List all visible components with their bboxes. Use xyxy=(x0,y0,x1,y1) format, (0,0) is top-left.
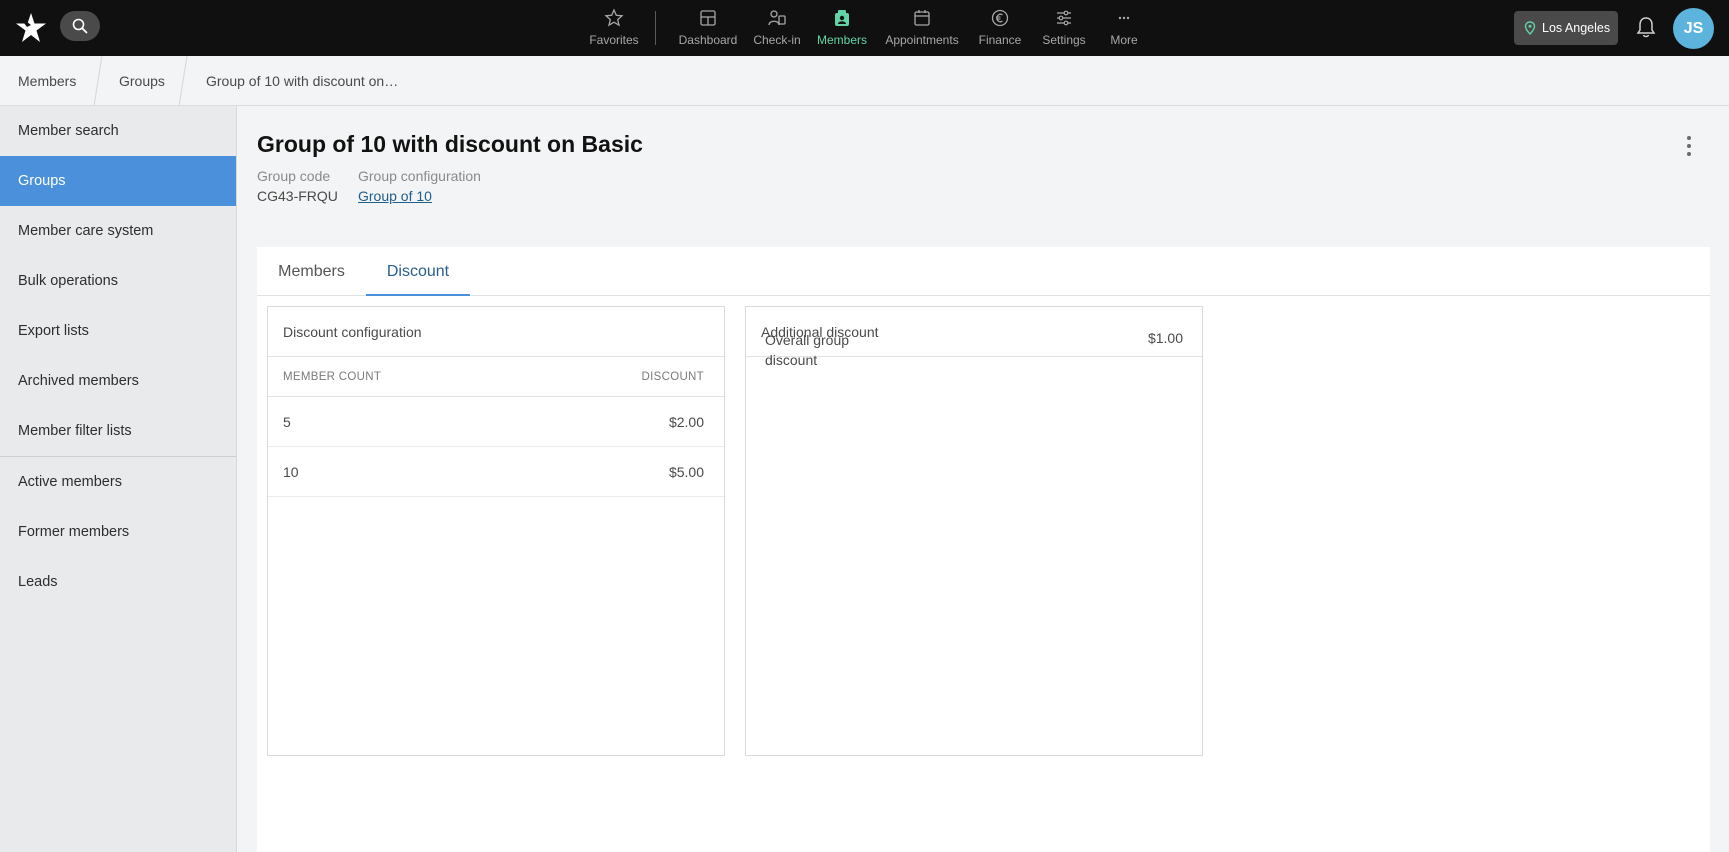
ellipsis-icon xyxy=(1118,16,1130,20)
sidebar-item-former-members[interactable]: Former members xyxy=(0,507,236,557)
breadcrumb-separator xyxy=(178,56,188,106)
nav-check-in[interactable]: Check-in xyxy=(742,6,812,50)
member-count-cell: 10 xyxy=(283,464,299,480)
group-code-value: CG43-FRQU xyxy=(257,188,338,204)
nav-appointments[interactable]: Appointments xyxy=(885,6,959,50)
more-options-kebab-icon[interactable] xyxy=(1683,134,1695,158)
sidebar-item-groups[interactable]: Groups xyxy=(0,156,236,206)
overall-group-discount-label: Overall group discount xyxy=(765,332,850,368)
notifications-bell-icon[interactable] xyxy=(1635,15,1657,39)
sidebar-item-member-filter-lists[interactable]: Member filter lists xyxy=(0,406,236,456)
breadcrumb-members[interactable]: Members xyxy=(18,56,76,106)
location-label: Los Angeles xyxy=(1542,21,1611,35)
table-row: 5 $2.00 xyxy=(268,397,724,447)
nav-label: Dashboard xyxy=(678,33,738,47)
breadcrumb: Members Groups Group of 10 with discount… xyxy=(0,56,1729,106)
member-count-cell: 5 xyxy=(283,414,291,430)
logo-star-icon[interactable] xyxy=(14,11,48,45)
sidebar-item-member-search[interactable]: Member search xyxy=(0,106,236,156)
nav-dashboard[interactable]: Dashboard xyxy=(673,6,743,50)
page-title: Group of 10 with discount on Basic xyxy=(257,131,643,157)
overall-group-discount-value: $1.00 xyxy=(1147,330,1183,346)
calendar-icon xyxy=(914,10,930,26)
sidebar-item-member-care-system[interactable]: Member care system xyxy=(0,206,236,256)
discount-configuration-card: Discount configuration MEMBER COUNT DISC… xyxy=(267,306,725,756)
sidebar-item-active-members[interactable]: Active members xyxy=(0,457,236,507)
global-search-button[interactable] xyxy=(60,11,100,41)
breadcrumb-current-group: Group of 10 with discount on… xyxy=(206,73,399,89)
members-sidebar: Member search Groups Member care system … xyxy=(0,106,237,852)
additional-discount-card: Additional discount Overall group discou… xyxy=(745,306,1203,756)
table-row: 10 $5.00 xyxy=(268,447,724,497)
nav-divider xyxy=(655,11,656,45)
sidebar-item-leads[interactable]: Leads xyxy=(0,557,236,607)
nav-label: Appointments xyxy=(885,33,959,47)
column-header-discount: DISCOUNT xyxy=(641,371,704,383)
nav-label: Finance xyxy=(978,33,1022,47)
top-navigation-bar: Favorites Dashboard Check-in Members App… xyxy=(0,0,1729,56)
nav-more[interactable]: More xyxy=(1089,6,1159,50)
tab-bar: Members Discount xyxy=(257,247,1710,296)
nav-label: Favorites xyxy=(589,33,639,47)
tab-discount[interactable]: Discount xyxy=(366,247,470,296)
tab-members[interactable]: Members xyxy=(257,247,366,296)
members-icon xyxy=(835,10,849,26)
dashboard-icon xyxy=(700,10,716,26)
location-pin-icon xyxy=(1524,21,1536,35)
search-icon xyxy=(72,18,88,34)
table-header: MEMBER COUNT DISCOUNT xyxy=(268,357,724,397)
breadcrumb-separator xyxy=(93,56,103,106)
group-code-label: Group code xyxy=(257,168,331,184)
nav-label: Check-in xyxy=(753,33,801,47)
sliders-icon xyxy=(1057,10,1071,26)
content-panel: Members Discount Discount configuration … xyxy=(257,247,1710,852)
sidebar-item-bulk-operations[interactable]: Bulk operations xyxy=(0,256,236,306)
nav-finance[interactable]: Finance xyxy=(965,6,1035,50)
card-title: Discount configuration xyxy=(268,307,724,357)
star-icon xyxy=(604,8,624,27)
nav-label: Settings xyxy=(1042,33,1086,47)
breadcrumb-groups[interactable]: Groups xyxy=(119,56,165,106)
discount-cell: $2.00 xyxy=(668,414,704,430)
column-header-member-count: MEMBER COUNT xyxy=(283,371,382,383)
nav-members[interactable]: Members xyxy=(807,6,877,50)
check-in-icon xyxy=(768,10,786,26)
discount-cell: $5.00 xyxy=(668,464,704,480)
nav-label: Members xyxy=(816,33,867,47)
sidebar-item-archived-members[interactable]: Archived members xyxy=(0,356,236,406)
nav-favorites[interactable]: Favorites xyxy=(579,6,649,50)
user-avatar[interactable]: JS xyxy=(1673,8,1714,49)
location-selector[interactable]: Los Angeles xyxy=(1514,11,1618,45)
sidebar-item-export-lists[interactable]: Export lists xyxy=(0,306,236,356)
group-configuration-label: Group configuration xyxy=(358,168,481,184)
nav-label: More xyxy=(1110,33,1138,47)
group-configuration-link[interactable]: Group of 10 xyxy=(358,188,432,204)
euro-icon xyxy=(991,9,1009,27)
